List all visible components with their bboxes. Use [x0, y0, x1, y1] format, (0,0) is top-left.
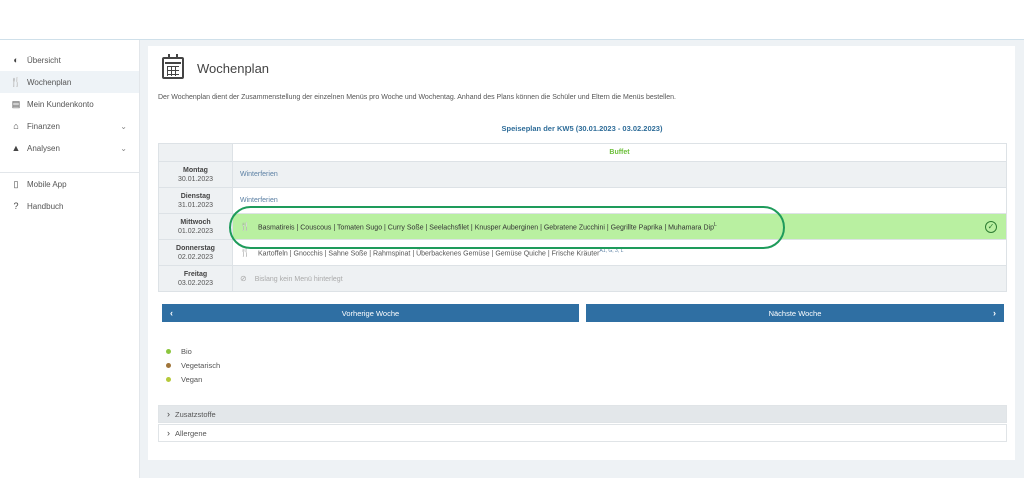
- day-date: 01.02.2023: [177, 227, 214, 235]
- day-name: Montag: [183, 166, 208, 174]
- plan-title: Speiseplan der KW5 (30.01.2023 - 03.02.2…: [501, 124, 663, 133]
- check-circle-icon[interactable]: ✓: [985, 221, 997, 233]
- weekly-plan-table: Buffet Montag 30.01.2023 Winterferien Die…: [158, 143, 1007, 292]
- chevron-right-icon: ›: [993, 308, 996, 318]
- day-cell: Montag 30.01.2023: [158, 161, 233, 188]
- menu-cell[interactable]: Winterferien: [232, 187, 1007, 214]
- id-card-icon: ▤: [11, 98, 21, 109]
- page-title: Wochenplan: [197, 60, 270, 76]
- sidebar-item-uebersicht[interactable]: ◐ Übersicht: [0, 49, 139, 71]
- accordion-label: Allergene: [175, 428, 207, 438]
- accordion-zusatzstoffe[interactable]: › Zusatzstoffe: [158, 405, 1007, 423]
- menu-cell[interactable]: Winterferien: [232, 161, 1007, 188]
- table-row-selected: Mittwoch 01.02.2023 🍴 Basmatireis | Cousco…: [158, 213, 1007, 240]
- sidebar-item-label: Mobile App: [27, 179, 67, 189]
- table-corner-cell: [158, 143, 233, 162]
- day-name: Mittwoch: [180, 218, 211, 226]
- cutlery-icon: 🍴: [240, 222, 250, 232]
- menu-text: Basmatireis | Couscous | Tomaten Sugo | …: [257, 224, 714, 232]
- sidebar-item-label: Finanzen: [27, 121, 60, 131]
- menu-text: Kartoffeln | Gnocchis | Sahne Soße | Rah…: [257, 250, 600, 258]
- next-week-button[interactable]: Nächste Woche ›: [586, 304, 1004, 322]
- menu-text: Winterferien: [240, 197, 278, 204]
- menu-cell[interactable]: 🍴 Kartoffeln | Gnocchis | Sahne Soße | Ra…: [232, 239, 1007, 266]
- menu-cell: ⊘ Bislang kein Menü hinterlegt: [232, 265, 1007, 292]
- mobile-icon: ▯: [13, 178, 19, 189]
- menu-cell[interactable]: 🍴 Basmatireis | Couscous | Tomaten Sugo |…: [232, 213, 1007, 240]
- legend-label: Vegan: [181, 375, 203, 384]
- area-chart-icon: ▲: [11, 143, 21, 153]
- legend-dot: [166, 349, 171, 354]
- sidebar-item-label: Analysen: [27, 143, 60, 153]
- day-cell: Mittwoch 01.02.2023: [158, 213, 233, 240]
- legend-item-bio: Bio: [166, 347, 192, 356]
- menu-text: Winterferien: [240, 171, 278, 178]
- allergen-codes: A1, G, 3, L: [599, 247, 624, 254]
- legend-item-vegan: Vegan: [166, 375, 202, 384]
- day-cell: Dienstag 31.01.2023: [158, 187, 233, 214]
- table-row: Donnerstag 02.02.2023 🍴 Kartoffeln | Gnocc…: [158, 239, 1007, 266]
- sidebar-item-wochenplan[interactable]: 🍴 Wochenplan: [0, 71, 139, 93]
- table-header-row: Buffet: [158, 143, 1007, 162]
- day-name: Donnerstag: [176, 244, 215, 252]
- help-circle-icon: ?: [13, 201, 19, 211]
- page-description: Der Wochenplan dient der Zusammenstellun…: [158, 94, 676, 101]
- sidebar-item-label: Mein Kundenkonto: [27, 99, 94, 109]
- chevron-down-icon: ⌄: [120, 143, 127, 153]
- day-date: 31.01.2023: [177, 201, 214, 209]
- sidebar: ◐ Übersicht 🍴 Wochenplan ▤ Mein Kundenko…: [0, 40, 140, 478]
- chevron-down-icon: ⌄: [120, 121, 127, 131]
- legend-item-vegetarisch: Vegetarisch: [166, 361, 220, 370]
- next-week-label: Nächste Woche: [768, 308, 822, 318]
- sidebar-item-label: Wochenplan: [27, 77, 72, 87]
- sidebar-item-kundenkonto[interactable]: ▤ Mein Kundenkonto: [0, 93, 139, 115]
- sidebar-item-analysen[interactable]: ▲ Analysen ⌄: [0, 137, 139, 159]
- page-header: Wochenplan: [162, 54, 270, 79]
- table-row: Freitag 03.02.2023 ⊘ Bislang kein Menü hin…: [158, 265, 1007, 292]
- no-entry-icon: ⊘: [240, 274, 247, 283]
- sidebar-item-mobile-app[interactable]: ▯ Mobile App: [0, 173, 139, 195]
- day-date: 02.02.2023: [177, 253, 214, 261]
- accordion-allergene[interactable]: › Allergene: [158, 424, 1007, 442]
- cutlery-icon: 🍴: [10, 76, 22, 87]
- table-row: Dienstag 31.01.2023 Winterferien: [158, 187, 1007, 214]
- accordion-label: Zusatzstoffe: [175, 409, 216, 419]
- day-date: 30.01.2023: [177, 175, 214, 183]
- day-date: 03.02.2023: [177, 279, 214, 287]
- sidebar-item-handbuch[interactable]: ? Handbuch: [0, 195, 139, 217]
- top-bar: [0, 0, 1024, 40]
- column-header-buffet: Buffet: [232, 143, 1007, 162]
- previous-week-button[interactable]: ‹ Vorherige Woche: [162, 304, 579, 322]
- sidebar-item-label: Handbuch: [27, 201, 64, 211]
- bank-icon: ⌂: [13, 121, 19, 131]
- table-row: Montag 30.01.2023 Winterferien: [158, 161, 1007, 188]
- legend-label: Vegetarisch: [181, 361, 221, 370]
- sidebar-item-finanzen[interactable]: ⌂ Finanzen ⌄: [0, 115, 139, 137]
- day-cell: Freitag 03.02.2023: [158, 265, 233, 292]
- legend-dot: [166, 377, 171, 382]
- cutlery-icon: 🍴: [240, 248, 250, 258]
- menu-text: Bislang kein Menü hinterlegt: [254, 276, 343, 283]
- chevron-left-icon: ‹: [170, 308, 173, 318]
- allergen-codes: L: [714, 221, 717, 228]
- day-name: Dienstag: [180, 192, 211, 200]
- dashboard-icon: ◐: [13, 55, 19, 65]
- previous-week-label: Vorherige Woche: [341, 308, 400, 318]
- legend-dot: [166, 363, 171, 368]
- day-name: Freitag: [183, 270, 208, 278]
- legend-label: Bio: [181, 347, 192, 356]
- chevron-right-icon: ›: [167, 428, 170, 438]
- calendar-icon: [162, 54, 184, 79]
- day-cell: Donnerstag 02.02.2023: [158, 239, 233, 266]
- sidebar-item-label: Übersicht: [27, 55, 61, 65]
- chevron-right-icon: ›: [167, 409, 170, 419]
